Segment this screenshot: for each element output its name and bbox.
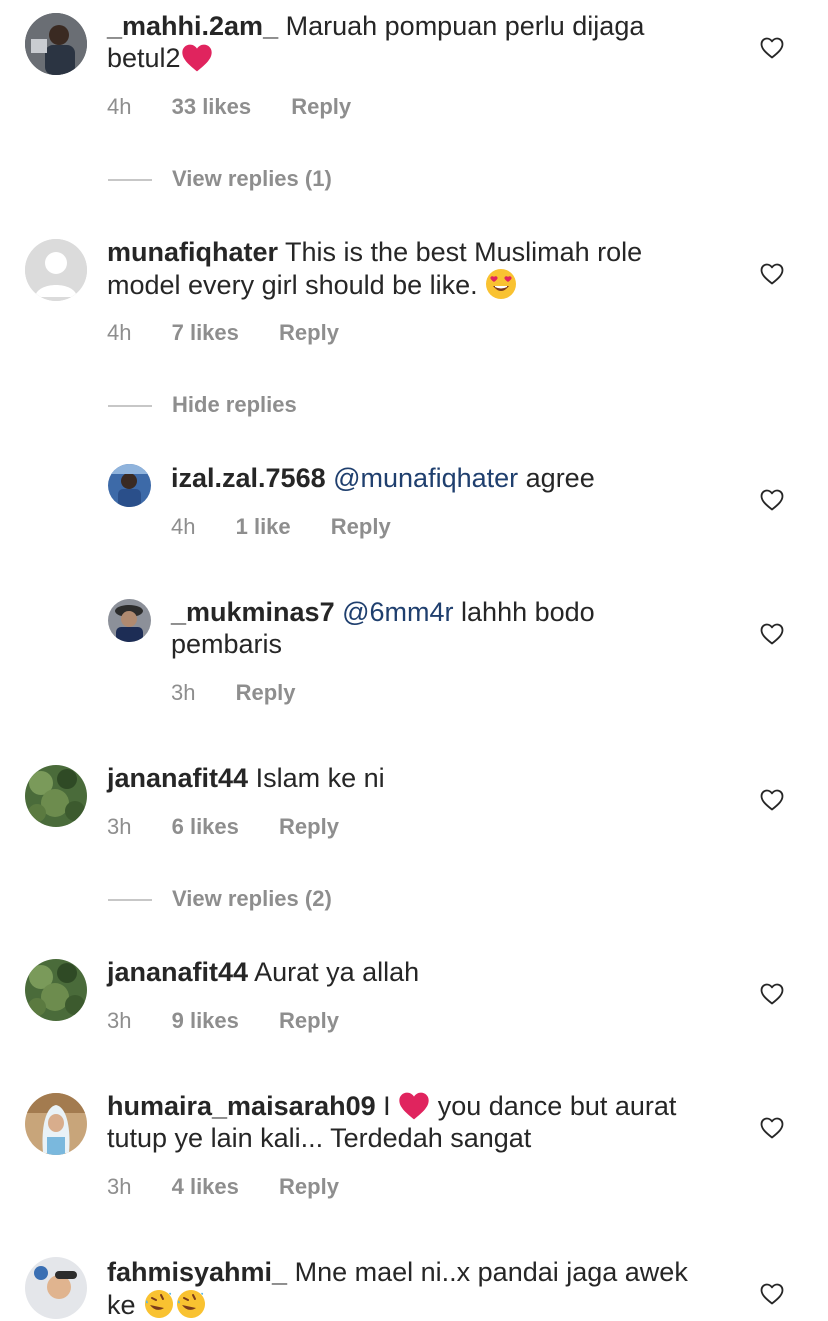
rofl-emoji-icon: [143, 1288, 175, 1320]
heart-eyes-emoji-icon: [485, 268, 517, 300]
comment-text: humaira_maisarah09 I you dance but aurat…: [107, 1090, 747, 1154]
hide-replies-label[interactable]: Hide replies: [172, 392, 297, 417]
reply-body: agree: [525, 463, 595, 493]
comment-text: fahmisyahmi_ Mne mael ni..x pandai jaga …: [107, 1256, 747, 1321]
comment-likes[interactable]: 9 likes: [172, 1008, 239, 1033]
thread-line: [108, 405, 152, 408]
like-heart-icon[interactable]: [760, 489, 784, 511]
comment-username[interactable]: munafiqhater: [107, 237, 278, 267]
reply-username[interactable]: _mukminas7: [171, 597, 335, 627]
like-heart-icon[interactable]: [760, 983, 784, 1005]
avatar[interactable]: [25, 13, 87, 75]
reply-meta: 4h 1 like Reply: [171, 514, 425, 540]
comment-body: Aurat ya allah: [254, 957, 420, 987]
avatar[interactable]: [25, 239, 87, 301]
comment-time: 4h: [107, 320, 132, 345]
comment-body: Islam ke ni: [255, 763, 385, 793]
reply-button[interactable]: Reply: [331, 514, 391, 539]
comment-text: jananafit44 Islam ke ni: [107, 762, 727, 794]
reply-username[interactable]: izal.zal.7568: [171, 463, 326, 493]
comment-time: 4h: [107, 94, 132, 119]
comment-body: Maruah pompuan perlu dijaga: [285, 11, 645, 41]
view-replies-label[interactable]: View replies (2): [172, 886, 332, 911]
comment-body-line2: tutup ye lain kali... Terdedah sangat: [107, 1123, 532, 1153]
comment-meta: 4h 33 likes Reply: [107, 94, 385, 120]
mention-link[interactable]: @munafiqhater: [333, 463, 518, 493]
view-replies-label[interactable]: View replies (1): [172, 166, 332, 191]
comment-body: This is the best Muslimah role: [285, 237, 643, 267]
like-heart-icon[interactable]: [760, 1117, 784, 1139]
avatar[interactable]: [108, 599, 151, 642]
avatar[interactable]: [25, 1093, 87, 1155]
like-heart-icon[interactable]: [760, 623, 784, 645]
reply-text: _mukminas7 @6mm4r lahhh bodo pembaris: [171, 596, 731, 660]
reply-button[interactable]: Reply: [291, 94, 351, 119]
like-heart-icon[interactable]: [760, 263, 784, 285]
comment-username[interactable]: jananafit44: [107, 763, 248, 793]
like-heart-icon[interactable]: [760, 37, 784, 59]
comment-body-line2: model every girl should be like.: [107, 270, 478, 300]
comment-username[interactable]: _mahhi.2am_: [107, 11, 278, 41]
reply-body-line2: pembaris: [171, 629, 283, 659]
view-replies-toggle[interactable]: View replies (2): [108, 886, 332, 912]
thread-line: [108, 179, 152, 182]
comment-meta: 3h 9 likes Reply: [107, 1008, 373, 1034]
comment-time: 3h: [107, 1008, 132, 1033]
avatar[interactable]: [25, 765, 87, 827]
reply-button[interactable]: Reply: [236, 680, 296, 705]
comment-likes[interactable]: 33 likes: [172, 94, 252, 119]
comment-likes[interactable]: 6 likes: [172, 814, 239, 839]
comment-time: 3h: [107, 814, 132, 839]
comment-likes[interactable]: 4 likes: [172, 1174, 239, 1199]
reply-button[interactable]: Reply: [279, 814, 339, 839]
comment-body-line2: ke: [107, 1290, 136, 1320]
thread-line: [108, 899, 152, 902]
rofl-emoji-icon: [175, 1288, 207, 1320]
reply-time: 4h: [171, 514, 196, 539]
comment-likes[interactable]: 7 likes: [172, 320, 239, 345]
reply-text: izal.zal.7568 @munafiqhater agree: [171, 462, 731, 494]
comment-body: Mne mael ni..x pandai jaga awek: [294, 1257, 688, 1287]
comment-meta: 3h 4 likes Reply: [107, 1174, 373, 1200]
comment-meta: 3h 6 likes Reply: [107, 814, 373, 840]
red-heart-icon: [181, 43, 213, 73]
reply-meta: 3h Reply: [171, 680, 330, 706]
reply-body: lahhh bodo: [461, 597, 595, 627]
red-heart-icon: [398, 1091, 430, 1121]
reply-button[interactable]: Reply: [279, 320, 339, 345]
reply-time: 3h: [171, 680, 196, 705]
avatar[interactable]: [25, 959, 87, 1021]
comment-text: munafiqhater This is the best Muslimah r…: [107, 236, 727, 301]
comment-username[interactable]: humaira_maisarah09: [107, 1091, 376, 1121]
comment-text: jananafit44 Aurat ya allah: [107, 956, 727, 988]
view-replies-toggle[interactable]: View replies (1): [108, 166, 332, 192]
comment-text: _mahhi.2am_ Maruah pompuan perlu dijaga …: [107, 10, 727, 74]
comment-body-line2: betul2: [107, 43, 181, 73]
hide-replies-toggle[interactable]: Hide replies: [108, 392, 297, 418]
avatar[interactable]: [25, 1257, 87, 1319]
comment-meta: 4h 7 likes Reply: [107, 320, 373, 346]
reply-button[interactable]: Reply: [279, 1174, 339, 1199]
comment-username[interactable]: fahmisyahmi_: [107, 1257, 287, 1287]
comment-body: I: [383, 1091, 391, 1121]
comment-username[interactable]: jananafit44: [107, 957, 248, 987]
like-heart-icon[interactable]: [760, 789, 784, 811]
avatar[interactable]: [108, 464, 151, 507]
comment-body: you dance but aurat: [437, 1091, 677, 1121]
reply-button[interactable]: Reply: [279, 1008, 339, 1033]
like-heart-icon[interactable]: [760, 1283, 784, 1305]
reply-likes[interactable]: 1 like: [236, 514, 291, 539]
mention-link[interactable]: @6mm4r: [342, 597, 453, 627]
comment-time: 3h: [107, 1174, 132, 1199]
